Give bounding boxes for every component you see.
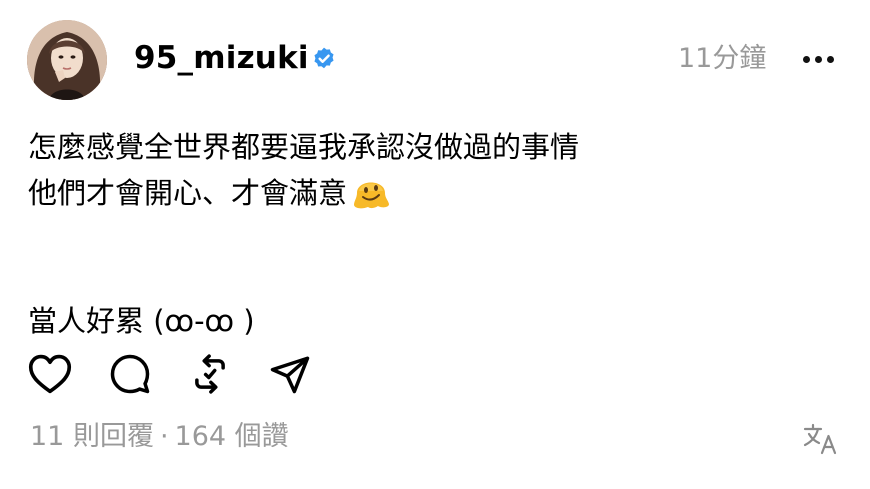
- melting-face-emoji-icon: [354, 182, 390, 209]
- comment-icon: [110, 354, 150, 394]
- likes-count[interactable]: 164 個讚: [175, 421, 289, 452]
- more-icon-dot: [826, 55, 834, 63]
- avatar[interactable]: [27, 20, 107, 100]
- post-text: 怎麼感覺全世界都要逼我承認沒做過的事情: [28, 130, 580, 164]
- more-options-button[interactable]: [798, 42, 838, 76]
- post-text: 他們才會開心、才會滿意: [28, 176, 348, 210]
- reply-button[interactable]: [106, 350, 154, 398]
- post-timestamp: 11分鐘: [678, 43, 767, 74]
- share-button[interactable]: [266, 350, 314, 398]
- separator: ·: [159, 421, 169, 452]
- engagement-stats: 11 則回覆 · 164 個讚: [30, 418, 289, 456]
- avatar-image: [27, 20, 107, 100]
- username[interactable]: 95_mizuki: [134, 38, 309, 78]
- action-bar: [26, 350, 346, 398]
- post-line-1: 怎麼感覺全世界都要逼我承認沒做過的事情: [28, 124, 808, 170]
- thread-post: 95_mizuki 11分鐘 怎麼感覺全世界都要逼我承認沒做過的事情 他們才會開…: [0, 0, 870, 489]
- more-icon-dot: [802, 55, 810, 63]
- like-button[interactable]: [26, 350, 74, 398]
- heart-icon: [28, 354, 72, 394]
- repost-button[interactable]: [186, 350, 234, 398]
- post-text: 當人好累 (ꝏ-ꝏ ): [28, 304, 255, 338]
- replies-count[interactable]: 11 則回覆: [30, 421, 154, 452]
- send-icon: [270, 356, 310, 394]
- post-line-2: 他們才會開心、才會滿意: [28, 170, 808, 216]
- more-icon-dot: [814, 55, 822, 63]
- post-body: 怎麼感覺全世界都要逼我承認沒做過的事情 他們才會開心、才會滿意 當人好累 (ꝏ-…: [28, 124, 808, 344]
- post-line-3: 當人好累 (ꝏ-ꝏ ): [28, 298, 808, 344]
- repost-icon: [195, 354, 225, 394]
- verified-badge-icon: [314, 47, 334, 69]
- translate-icon[interactable]: [802, 421, 840, 457]
